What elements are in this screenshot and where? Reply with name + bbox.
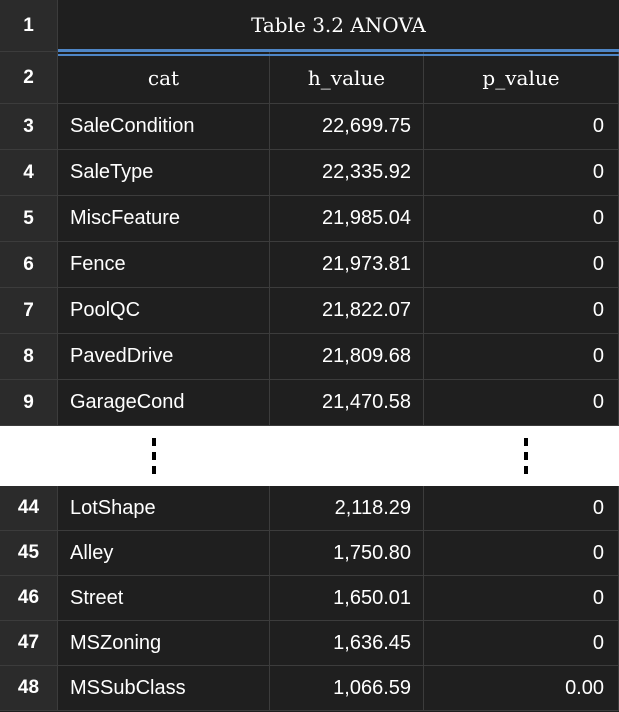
cat-cell[interactable]: PoolQC [58,288,270,334]
p-value-cell[interactable]: 0 [424,242,619,288]
h-value-cell[interactable]: 1,750.80 [270,531,424,576]
top-rows: 3 SaleCondition 22,699.75 0 4 SaleType 22,335.… [0,104,619,426]
p-value-cell[interactable]: 0 [424,621,619,666]
cat-cell[interactable]: Street [58,576,270,621]
cat-cell[interactable]: Alley [58,531,270,576]
row-number[interactable]: 3 [0,104,58,150]
cat-cell[interactable]: LotShape [58,486,270,531]
row-number[interactable]: 44 [0,486,58,531]
row-number[interactable]: 7 [0,288,58,334]
table-row: 45 Alley 1,750.80 0 [0,531,619,576]
h-value-cell[interactable]: 21,809.68 [270,334,424,380]
cat-cell[interactable]: Fence [58,242,270,288]
spreadsheet: 1 Table 3.2 ANOVA 2 cat h_value p_value … [0,0,619,712]
table-row: 9 GarageCond 21,470.58 0 [0,380,619,426]
table-top-block: 1 Table 3.2 ANOVA 2 cat h_value p_value … [0,0,619,426]
cat-cell[interactable]: GarageCond [58,380,270,426]
cat-cell[interactable]: MSSubClass [58,666,270,711]
row-number[interactable]: 6 [0,242,58,288]
p-value-cell[interactable]: 0.00 [424,666,619,711]
vertical-ellipsis-icon [524,438,528,474]
title-row: 1 Table 3.2 ANOVA [0,0,619,56]
row-number[interactable]: 47 [0,621,58,666]
header-row: 2 cat h_value p_value [0,52,619,104]
h-value-cell[interactable]: 1,066.59 [270,666,424,711]
p-value-cell[interactable]: 0 [424,380,619,426]
table-row: 46 Street 1,650.01 0 [0,576,619,621]
cat-cell[interactable]: PavedDrive [58,334,270,380]
row-number[interactable]: 48 [0,666,58,711]
table-row: 44 LotShape 2,118.29 0 [0,486,619,531]
h-value-cell[interactable]: 2,118.29 [270,486,424,531]
p-value-cell[interactable]: 0 [424,334,619,380]
table-row: 3 SaleCondition 22,699.75 0 [0,104,619,150]
p-value-cell[interactable]: 0 [424,486,619,531]
p-value-cell[interactable]: 0 [424,576,619,621]
row-number[interactable]: 2 [0,52,58,104]
table-row: 6 Fence 21,973.81 0 [0,242,619,288]
cat-cell[interactable]: SaleCondition [58,104,270,150]
header-p-value[interactable]: p_value [424,52,619,104]
row-number[interactable]: 8 [0,334,58,380]
header-h-value[interactable]: h_value [270,52,424,104]
vertical-ellipsis-icon [152,438,156,474]
table-row: 7 PoolQC 21,822.07 0 [0,288,619,334]
h-value-cell[interactable]: 22,699.75 [270,104,424,150]
bottom-rows: 44 LotShape 2,118.29 0 45 Alley 1,750.80 0 46 Str… [0,486,619,711]
table-bottom-block: 44 LotShape 2,118.29 0 45 Alley 1,750.80 0 46 Str… [0,486,619,712]
h-value-cell[interactable]: 21,822.07 [270,288,424,334]
table-title[interactable]: Table 3.2 ANOVA [58,0,619,56]
h-value-cell[interactable]: 21,470.58 [270,380,424,426]
p-value-cell[interactable]: 0 [424,104,619,150]
row-number[interactable]: 46 [0,576,58,621]
table-row: 8 PavedDrive 21,809.68 0 [0,334,619,380]
p-value-cell[interactable]: 0 [424,196,619,242]
row-number[interactable]: 5 [0,196,58,242]
table-row: 48 MSSubClass 1,066.59 0.00 [0,666,619,711]
table-row: 5 MiscFeature 21,985.04 0 [0,196,619,242]
h-value-cell[interactable]: 21,973.81 [270,242,424,288]
h-value-cell[interactable]: 1,636.45 [270,621,424,666]
h-value-cell[interactable]: 22,335.92 [270,150,424,196]
table-row: 47 MSZoning 1,636.45 0 [0,621,619,666]
p-value-cell[interactable]: 0 [424,531,619,576]
table-row: 4 SaleType 22,335.92 0 [0,150,619,196]
cat-cell[interactable]: MSZoning [58,621,270,666]
p-value-cell[interactable]: 0 [424,288,619,334]
row-number[interactable]: 9 [0,380,58,426]
h-value-cell[interactable]: 21,985.04 [270,196,424,242]
cat-cell[interactable]: MiscFeature [58,196,270,242]
row-number[interactable]: 1 [0,0,58,52]
h-value-cell[interactable]: 1,650.01 [270,576,424,621]
row-number[interactable]: 45 [0,531,58,576]
row-number[interactable]: 4 [0,150,58,196]
p-value-cell[interactable]: 0 [424,150,619,196]
header-cat[interactable]: cat [58,52,270,104]
cat-cell[interactable]: SaleType [58,150,270,196]
